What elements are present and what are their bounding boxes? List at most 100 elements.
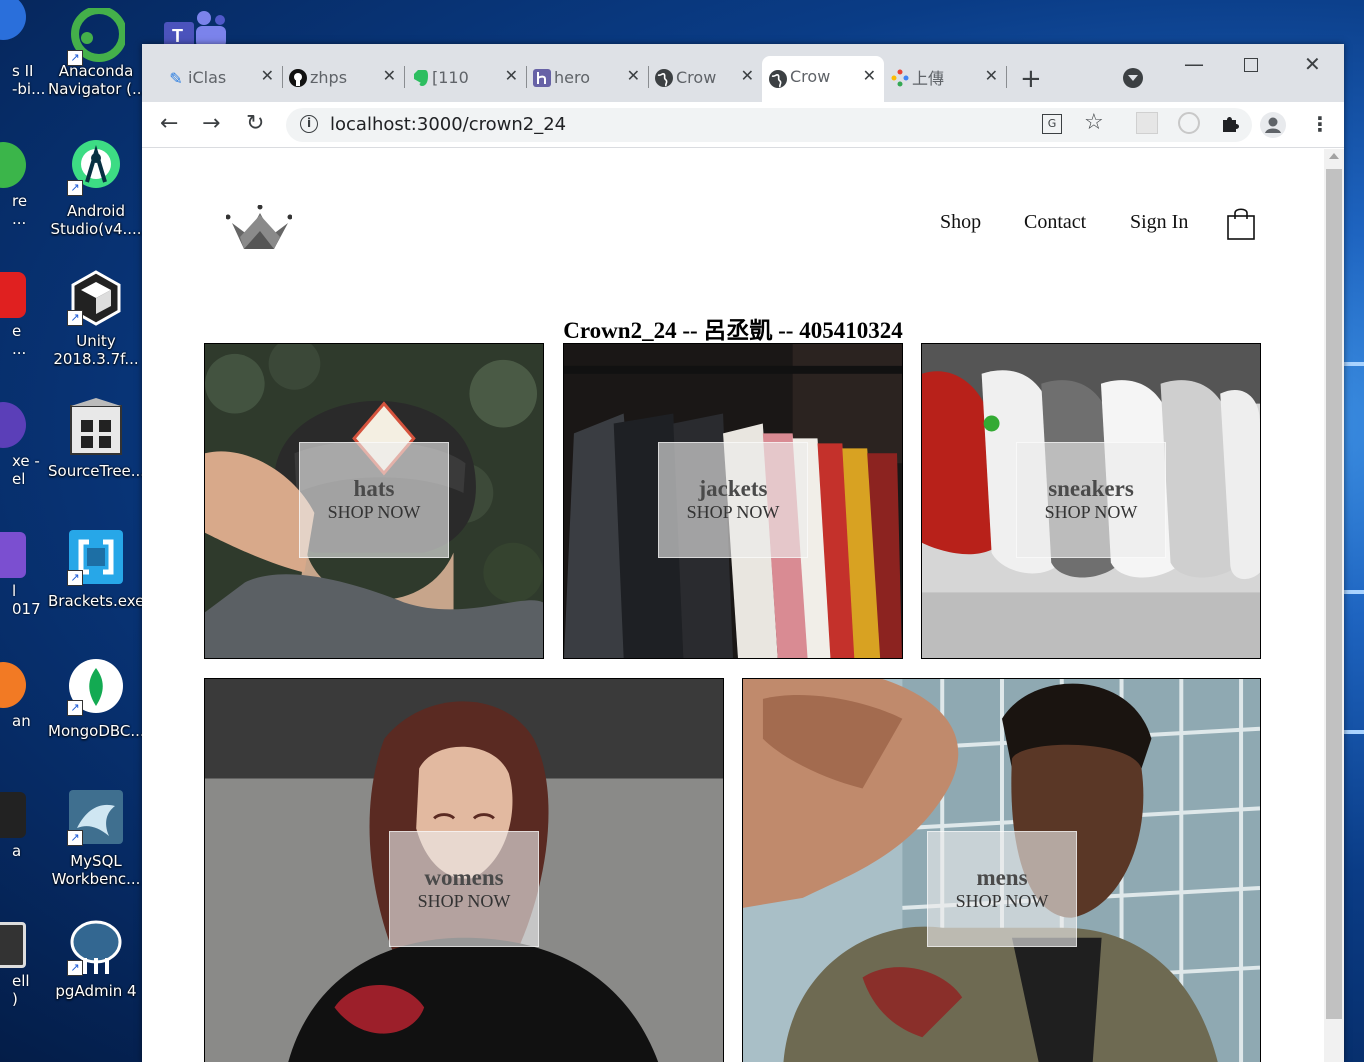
profile-avatar-icon[interactable] xyxy=(1260,112,1286,143)
desktop-icon-cut-1[interactable]: s II -bi... xyxy=(0,0,44,122)
info-icon[interactable]: i xyxy=(300,115,318,133)
close-icon[interactable]: ✕ xyxy=(863,66,876,85)
tab-iclass[interactable]: ✎ iClas ✕ xyxy=(160,58,283,96)
minimize-button[interactable]: — xyxy=(1184,52,1204,76)
tab-crown-active[interactable]: Crow ✕ xyxy=(762,56,884,102)
close-icon[interactable]: ✕ xyxy=(383,66,396,85)
menu-item-womens[interactable]: womens SHOP NOW xyxy=(204,678,724,1062)
brackets-icon: ↗ xyxy=(67,528,125,586)
app-icon xyxy=(0,792,26,838)
desktop-icon-label: MongoDBC... xyxy=(48,722,145,740)
tab-title: Crow xyxy=(676,67,717,87)
shortcut-arrow-icon: ↗ xyxy=(67,570,83,586)
forward-button[interactable]: → xyxy=(202,111,220,136)
nav-shop[interactable]: Shop xyxy=(940,211,981,234)
new-tab-button[interactable]: + xyxy=(1020,64,1042,94)
nav-contact[interactable]: Contact xyxy=(1024,211,1086,234)
desktop-icon-label: Android Studio(v4.... xyxy=(50,202,142,238)
sneakers-content-box[interactable]: sneakers SHOP NOW xyxy=(1016,442,1166,558)
shortcut-arrow-icon: ↗ xyxy=(67,960,83,976)
desktop-icon-sourcetree[interactable]: SourceTree... xyxy=(48,390,146,512)
maximize-button[interactable] xyxy=(1244,58,1258,72)
reload-button[interactable]: ↻ xyxy=(246,111,264,136)
scrollbar-thumb[interactable] xyxy=(1326,169,1342,1019)
android-studio-icon: ↗ xyxy=(67,138,125,196)
desktop-icon-anaconda[interactable]: ↗ Anaconda Navigator (... xyxy=(48,0,146,122)
desktop-icon-cut-4[interactable]: xe - el xyxy=(0,390,44,512)
puzzle-icon[interactable] xyxy=(1220,112,1242,139)
menu-item-mens[interactable]: mens SHOP NOW xyxy=(742,678,1261,1062)
desktop-icon-cut-5[interactable]: l 017 xyxy=(0,520,44,642)
browser-window: ✎ iClas ✕ zhps ✕ [110 ✕ hero ✕ Crow ✕ Cr… xyxy=(142,44,1344,1062)
desktop-icon-mongodb[interactable]: ↗ MongoDBC... xyxy=(48,650,145,772)
close-icon[interactable]: ✕ xyxy=(627,66,640,85)
close-icon[interactable]: ✕ xyxy=(505,66,518,85)
shortcut-arrow-icon: ↗ xyxy=(67,310,83,326)
page-viewport: Shop Contact Sign In Crown2_24 -- 呂丞凱 --… xyxy=(142,149,1324,1062)
translate-icon[interactable]: G xyxy=(1042,114,1062,134)
star-icon[interactable]: ☆ xyxy=(1084,110,1104,135)
desktop-icon-brackets[interactable]: ↗ Brackets.exe xyxy=(48,520,144,642)
shop-now-label: SHOP NOW xyxy=(417,891,511,911)
desktop-icon-android-studio[interactable]: ↗ Android Studio(v4.... xyxy=(48,130,144,252)
close-icon[interactable]: ✕ xyxy=(985,66,998,85)
close-icon[interactable]: ✕ xyxy=(261,66,274,85)
tab-search-icon[interactable] xyxy=(1123,68,1143,88)
url-text: localhost:3000/crown2_24 xyxy=(330,114,567,135)
section-title: jackets xyxy=(698,476,768,501)
shopping-bag-icon[interactable] xyxy=(1226,207,1256,241)
desktop-icon-label: a xyxy=(12,842,22,860)
wallpaper-light-stripe xyxy=(1344,730,1364,734)
desktop-icon-label: s II -bi... xyxy=(12,62,44,98)
desktop-icon-cut-7[interactable]: a xyxy=(0,780,44,902)
desktop-icon-mysql[interactable]: ↗ MySQL Workbenc... xyxy=(48,780,144,902)
crown-logo-icon[interactable] xyxy=(225,204,293,261)
desktop-icon-unity[interactable]: ↗ Unity 2018.3.7f... xyxy=(48,260,144,382)
menu-item-jackets[interactable]: jackets SHOP NOW xyxy=(563,343,903,659)
womens-content-box[interactable]: womens SHOP NOW xyxy=(389,831,539,947)
close-icon[interactable]: ✕ xyxy=(741,66,754,85)
desktop-icon-label: Unity 2018.3.7f... xyxy=(53,332,139,368)
tab-upload[interactable]: 上傳 ✕ xyxy=(884,58,1007,96)
desktop-icon-pgadmin[interactable]: ↗ pgAdmin 4 xyxy=(48,910,144,1032)
jackets-content-box[interactable]: jackets SHOP NOW xyxy=(658,442,808,558)
extension-icon[interactable] xyxy=(1136,112,1158,134)
menu-kebab-icon[interactable]: ⋮ xyxy=(1310,112,1330,136)
shortcut-arrow-icon: ↗ xyxy=(67,180,83,196)
app-icon xyxy=(0,662,26,708)
scroll-up-arrow-icon[interactable] xyxy=(1329,153,1339,159)
desktop-icon-cut-6[interactable]: an xyxy=(0,650,44,772)
desktop-icon-label: SourceTree... xyxy=(48,462,146,480)
menu-item-sneakers[interactable]: sneakers SHOP NOW xyxy=(921,343,1261,659)
address-bar[interactable]: i localhost:3000/crown2_24 G ☆ xyxy=(286,108,1252,142)
desktop-icon-label: Brackets.exe xyxy=(48,592,145,610)
desktop-icon-cut-3[interactable]: e ... xyxy=(0,260,44,382)
extension-icon[interactable] xyxy=(1178,112,1200,134)
nav-sign-in[interactable]: Sign In xyxy=(1130,211,1188,234)
menu-item-hats[interactable]: hats SHOP NOW xyxy=(204,343,544,659)
teams-icon[interactable]: T xyxy=(164,10,228,48)
tab-crown-1[interactable]: Crow ✕ xyxy=(648,58,762,96)
tab-evernote[interactable]: [110 ✕ xyxy=(404,58,527,96)
mens-content-box[interactable]: mens SHOP NOW xyxy=(927,831,1077,947)
shop-now-label: SHOP NOW xyxy=(686,502,780,522)
page-scrollbar[interactable] xyxy=(1324,149,1344,1062)
app-icon xyxy=(0,922,26,968)
hats-content-box[interactable]: hats SHOP NOW xyxy=(299,442,449,558)
pgadmin-icon: ↗ xyxy=(67,918,125,976)
iclass-icon: ✎ xyxy=(169,68,183,88)
shortcut-arrow-icon: ↗ xyxy=(67,50,83,66)
app-icon xyxy=(0,142,26,188)
tab-separator xyxy=(1006,66,1007,88)
tab-heroku[interactable]: hero ✕ xyxy=(526,58,649,96)
globe-icon xyxy=(768,69,788,89)
desktop-icon-cut-2[interactable]: re ... xyxy=(0,130,44,252)
desktop-icon-cut-8[interactable]: ell ) xyxy=(0,910,44,1032)
back-button[interactable]: ← xyxy=(160,111,178,136)
tab-title: iClas xyxy=(188,67,227,87)
close-window-button[interactable]: ✕ xyxy=(1304,52,1321,76)
tab-github[interactable]: zhps ✕ xyxy=(282,58,405,96)
section-title: mens xyxy=(976,865,1028,890)
shop-now-label: SHOP NOW xyxy=(1044,502,1138,522)
tab-title: 上傳 xyxy=(912,69,945,88)
